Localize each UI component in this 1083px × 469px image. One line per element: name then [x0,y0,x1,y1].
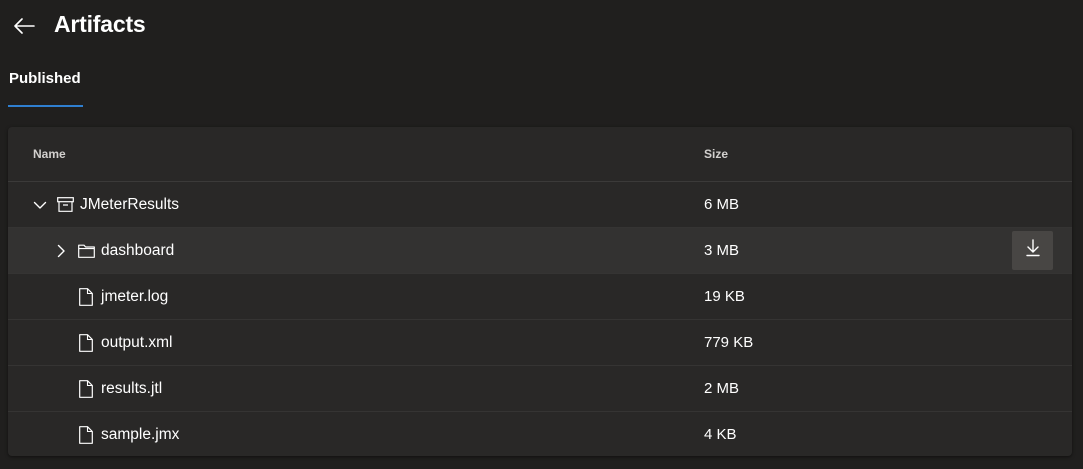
column-header-name[interactable]: Name [33,147,66,161]
name-cell: JMeterResults [32,182,179,227]
artifacts-table: Name Size JMeterResults 6 MB dashboard 3… [8,127,1072,456]
table-row[interactable]: results.jtl 2 MB [8,366,1072,412]
folder-icon [77,242,95,260]
name-cell: output.xml [77,320,173,365]
table-row[interactable]: dashboard 3 MB [8,228,1072,274]
name-cell: dashboard [53,228,174,273]
table-row[interactable]: sample.jmx 4 KB [8,412,1072,456]
name-cell: sample.jmx [77,412,179,456]
table-row[interactable]: output.xml 779 KB [8,320,1072,366]
row-size: 3 MB [704,242,740,259]
back-button[interactable] [10,14,38,42]
row-size: 19 KB [704,288,745,305]
page-header: Artifacts [0,0,1083,56]
download-icon [1025,239,1040,262]
row-size: 2 MB [704,380,740,397]
name-cell: results.jtl [77,366,162,411]
tab-label: Published [9,70,81,87]
file-icon [77,379,95,398]
row-size: 4 KB [704,426,737,443]
row-size: 779 KB [704,334,754,351]
name-cell: jmeter.log [77,274,168,319]
tab-active-indicator [8,105,83,107]
file-icon [77,333,95,352]
row-name: dashboard [101,241,175,259]
tab-published[interactable]: Published [8,68,83,108]
artifact-icon [56,196,74,214]
download-button[interactable] [1012,231,1053,270]
row-name: results.jtl [101,379,163,397]
page-title: Artifacts [54,11,146,37]
row-size: 6 MB [704,196,740,213]
table-row[interactable]: jmeter.log 19 KB [8,274,1072,320]
column-header-size[interactable]: Size [704,147,728,161]
arrow-left-icon [13,17,35,39]
chevron-right-icon[interactable] [53,243,69,259]
table-row[interactable]: JMeterResults 6 MB [8,182,1072,228]
table-header: Name Size [8,127,1072,182]
file-icon [77,425,95,444]
row-name: jmeter.log [101,287,169,305]
row-name: JMeterResults [80,195,180,213]
row-name: output.xml [101,333,173,351]
chevron-down-icon[interactable] [32,197,48,213]
row-name: sample.jmx [101,425,180,443]
file-icon [77,287,95,306]
